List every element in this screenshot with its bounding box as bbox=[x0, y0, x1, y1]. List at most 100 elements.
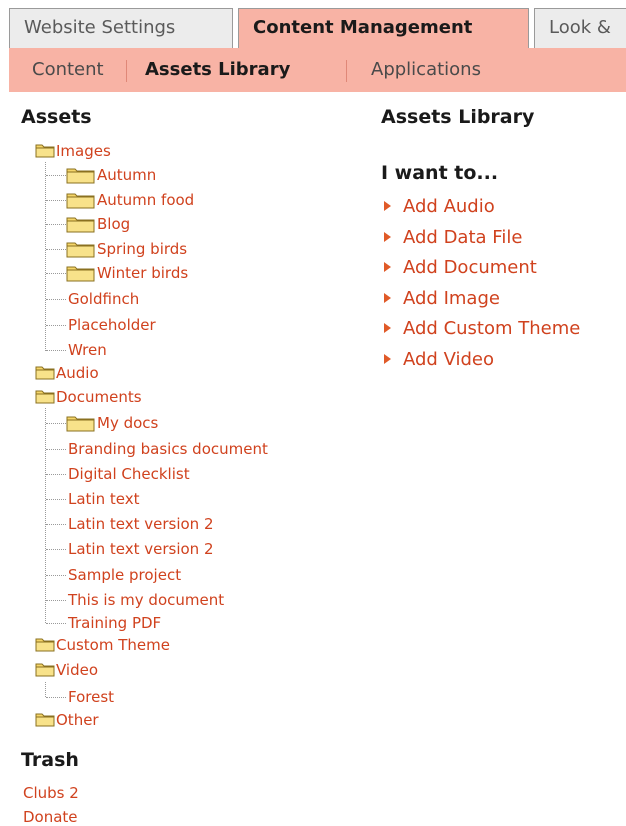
folder-icon bbox=[35, 388, 55, 406]
tree-item-sample-project[interactable]: Sample project bbox=[68, 564, 181, 586]
add-custom-theme-link[interactable]: Add Custom Theme bbox=[384, 316, 580, 340]
tree-connector bbox=[46, 200, 66, 201]
tree-item-latin-text-v2[interactable]: Latin text version 2 bbox=[68, 538, 214, 560]
tree-link-autumn-food[interactable]: Autumn food bbox=[97, 190, 194, 210]
folder-icon bbox=[66, 264, 96, 282]
tree-item-latin-text-v2[interactable]: Latin text version 2 bbox=[68, 513, 214, 535]
tree-link-audio[interactable]: Audio bbox=[56, 363, 99, 383]
add-image-link[interactable]: Add Image bbox=[384, 286, 500, 310]
tree-item-branding[interactable]: Branding basics document bbox=[68, 438, 268, 460]
sub-tab-bar: Content Assets Library Applications bbox=[9, 48, 626, 92]
tree-item-latin-text[interactable]: Latin text bbox=[68, 488, 139, 510]
tree-link-images[interactable]: Images bbox=[56, 141, 111, 161]
tree-connector bbox=[46, 423, 66, 424]
subtab-applications[interactable]: Applications bbox=[371, 48, 481, 92]
tab-look-and-feel[interactable]: Look & bbox=[534, 8, 626, 48]
action-label: Add Data File bbox=[403, 226, 523, 248]
tree-connector bbox=[46, 175, 66, 176]
tree-link-latin-text-v2[interactable]: Latin text version 2 bbox=[68, 539, 214, 559]
tree-link-autumn[interactable]: Autumn bbox=[97, 165, 156, 185]
tree-item-goldfinch[interactable]: Goldfinch bbox=[68, 288, 139, 310]
subtab-divider bbox=[346, 60, 347, 82]
folder-icon bbox=[35, 636, 55, 654]
tree-link-latin-text-v2[interactable]: Latin text version 2 bbox=[68, 514, 214, 534]
folder-icon bbox=[66, 215, 96, 233]
tree-link-latin-text[interactable]: Latin text bbox=[68, 489, 139, 509]
tree-connector bbox=[46, 350, 66, 351]
tree-link-other[interactable]: Other bbox=[56, 710, 99, 730]
tree-item-other[interactable]: Other bbox=[35, 709, 99, 731]
folder-icon bbox=[66, 414, 96, 432]
tree-connector bbox=[46, 449, 66, 450]
tree-link-my-document[interactable]: This is my document bbox=[68, 590, 224, 610]
add-video-link[interactable]: Add Video bbox=[384, 347, 494, 371]
i-want-to-heading: I want to... bbox=[381, 162, 499, 184]
subtab-divider bbox=[126, 60, 127, 82]
trash-heading: Trash bbox=[21, 749, 79, 771]
trash-item-clubs-2[interactable]: Clubs 2 bbox=[23, 784, 79, 802]
tree-link-my-docs[interactable]: My docs bbox=[97, 413, 158, 433]
tree-item-audio[interactable]: Audio bbox=[35, 362, 99, 384]
tree-connector bbox=[46, 249, 66, 250]
tree-item-forest[interactable]: Forest bbox=[68, 686, 114, 708]
tree-connector bbox=[45, 408, 46, 623]
tree-link-spring-birds[interactable]: Spring birds bbox=[97, 239, 187, 259]
triangle-right-icon bbox=[384, 201, 391, 211]
tab-website-settings[interactable]: Website Settings bbox=[9, 8, 233, 48]
tree-item-autumn-food[interactable]: Autumn food bbox=[66, 189, 194, 211]
tree-item-placeholder[interactable]: Placeholder bbox=[68, 314, 156, 336]
tree-connector bbox=[46, 273, 66, 274]
tree-connector bbox=[46, 575, 66, 576]
folder-icon bbox=[35, 711, 55, 729]
tree-item-my-document[interactable]: This is my document bbox=[68, 589, 224, 611]
subtab-assets-library[interactable]: Assets Library bbox=[145, 48, 290, 92]
tree-item-images[interactable]: Images bbox=[35, 140, 111, 162]
tree-link-video[interactable]: Video bbox=[56, 660, 98, 680]
tree-link-wren[interactable]: Wren bbox=[68, 340, 107, 360]
tree-item-wren[interactable]: Wren bbox=[68, 339, 107, 361]
tree-item-documents[interactable]: Documents bbox=[35, 386, 142, 408]
tree-link-forest[interactable]: Forest bbox=[68, 687, 114, 707]
action-label: Add Audio bbox=[403, 195, 495, 217]
triangle-right-icon bbox=[384, 232, 391, 242]
tree-item-autumn[interactable]: Autumn bbox=[66, 164, 156, 186]
triangle-right-icon bbox=[384, 354, 391, 364]
tree-connector bbox=[46, 299, 66, 300]
add-data-file-link[interactable]: Add Data File bbox=[384, 225, 522, 249]
add-document-link[interactable]: Add Document bbox=[384, 255, 537, 279]
tree-item-video[interactable]: Video bbox=[35, 659, 98, 681]
tree-link-custom-theme[interactable]: Custom Theme bbox=[56, 635, 170, 655]
tab-content-management[interactable]: Content Management bbox=[238, 8, 529, 49]
tree-connector bbox=[46, 224, 66, 225]
action-label: Add Custom Theme bbox=[403, 317, 581, 339]
tree-connector bbox=[46, 499, 66, 500]
tree-item-winter-birds[interactable]: Winter birds bbox=[66, 262, 188, 284]
folder-icon bbox=[35, 364, 55, 382]
tree-item-custom-theme[interactable]: Custom Theme bbox=[35, 634, 170, 656]
tree-item-my-docs[interactable]: My docs bbox=[66, 412, 158, 434]
tree-link-branding[interactable]: Branding basics document bbox=[68, 439, 268, 459]
tree-link-blog[interactable]: Blog bbox=[97, 214, 130, 234]
tree-link-goldfinch[interactable]: Goldfinch bbox=[68, 289, 139, 309]
add-audio-link[interactable]: Add Audio bbox=[384, 194, 495, 218]
tree-link-documents[interactable]: Documents bbox=[56, 387, 142, 407]
tree-item-training-pdf[interactable]: Training PDF bbox=[68, 612, 161, 634]
tree-link-training-pdf[interactable]: Training PDF bbox=[68, 613, 161, 633]
tree-link-winter-birds[interactable]: Winter birds bbox=[97, 263, 188, 283]
tree-item-blog[interactable]: Blog bbox=[66, 213, 130, 235]
tree-item-spring-birds[interactable]: Spring birds bbox=[66, 238, 187, 260]
tree-connector bbox=[46, 600, 66, 601]
action-label: Add Document bbox=[403, 256, 537, 278]
top-tab-bar: Website Settings Content Management Look… bbox=[0, 0, 626, 49]
tree-item-digital-checklist[interactable]: Digital Checklist bbox=[68, 463, 190, 485]
triangle-right-icon bbox=[384, 323, 391, 333]
tree-connector bbox=[46, 524, 66, 525]
tree-connector bbox=[46, 697, 66, 698]
tree-link-digital-checklist[interactable]: Digital Checklist bbox=[68, 464, 190, 484]
tree-link-placeholder[interactable]: Placeholder bbox=[68, 315, 156, 335]
tree-connector bbox=[46, 325, 66, 326]
subtab-content[interactable]: Content bbox=[32, 48, 104, 92]
tree-link-sample-project[interactable]: Sample project bbox=[68, 565, 181, 585]
assets-library-heading: Assets Library bbox=[381, 106, 535, 128]
trash-item-donate[interactable]: Donate bbox=[23, 808, 78, 826]
